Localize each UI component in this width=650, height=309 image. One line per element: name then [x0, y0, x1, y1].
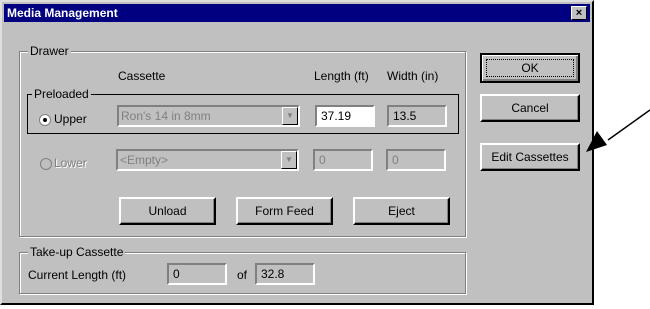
chevron-down-icon[interactable]: ▼ [282, 107, 298, 125]
eject-button-label: Eject [388, 204, 415, 218]
edit-cassettes-button[interactable]: Edit Cassettes [480, 143, 580, 171]
preloaded-group: Preloaded Upper Ron's 14 in 8mm ▼ 37.19 … [27, 87, 459, 134]
current-length-label: Current Length (ft) [28, 268, 127, 282]
unload-button[interactable]: Unload [119, 197, 216, 225]
eject-button[interactable]: Eject [353, 197, 450, 225]
form-feed-button-label: Form Feed [255, 204, 314, 218]
form-feed-button[interactable]: Form Feed [236, 197, 333, 225]
title-bar[interactable]: Media Management × [4, 4, 590, 22]
upper-label: Upper [54, 112, 87, 126]
upper-width-field[interactable]: 13.5 [387, 105, 447, 127]
current-length-field[interactable]: 0 [167, 263, 227, 285]
upper-length-field[interactable]: 37.19 [315, 105, 375, 127]
takeup-group: Take-up Cassette Current Length (ft) 0 o… [19, 245, 466, 294]
upper-cassette-select[interactable]: Ron's 14 in 8mm ▼ [117, 105, 300, 127]
upper-cassette-value: Ron's 14 in 8mm [121, 109, 211, 123]
length-column-header: Length (ft) [314, 69, 369, 83]
radio-selected-dot [43, 118, 47, 122]
max-length-field[interactable]: 32.8 [255, 263, 315, 285]
lower-cassette-value: <Empty> [120, 153, 169, 167]
lower-cassette-select[interactable]: <Empty> ▼ [116, 149, 299, 171]
drawer-group: Drawer Cassette Length (ft) Width (in) P… [19, 44, 466, 237]
lower-label: Lower [54, 156, 87, 170]
chevron-down-icon[interactable]: ▼ [281, 151, 297, 169]
of-label: of [237, 268, 248, 282]
edit-cassettes-button-label: Edit Cassettes [491, 150, 569, 164]
ok-button[interactable]: OK [480, 53, 580, 83]
lower-radio[interactable] [40, 158, 52, 170]
media-management-dialog: Media Management × Drawer Cassette Lengt… [0, 0, 594, 305]
cancel-button-label: Cancel [511, 101, 549, 115]
upper-radio[interactable] [39, 114, 51, 126]
unload-button-label: Unload [148, 204, 187, 218]
ok-button-label: OK [521, 61, 539, 75]
width-column-header: Width (in) [387, 69, 439, 83]
takeup-legend: Take-up Cassette [28, 245, 126, 259]
lower-length-field[interactable]: 0 [313, 149, 373, 171]
drawer-legend: Drawer [28, 44, 71, 58]
close-icon: × [575, 7, 583, 19]
window-title: Media Management [7, 6, 118, 20]
close-button[interactable]: × [571, 6, 587, 20]
lower-width-field[interactable]: 0 [386, 149, 446, 171]
cancel-button[interactable]: Cancel [480, 94, 580, 122]
cassette-column-header: Cassette [118, 69, 166, 83]
preloaded-legend: Preloaded [32, 87, 91, 101]
